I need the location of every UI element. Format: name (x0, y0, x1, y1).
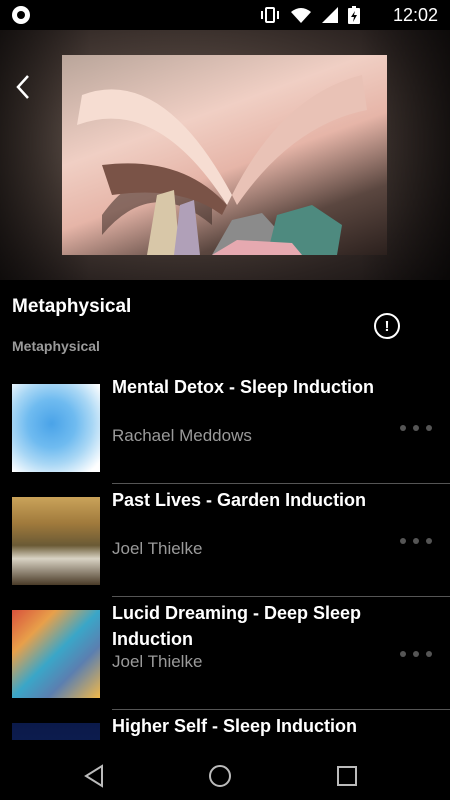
vibrate-icon (261, 7, 279, 23)
info-icon: ! (384, 317, 390, 335)
track-title: Past Lives - Garden Induction (112, 490, 367, 510)
album-category: Metaphysical (12, 338, 100, 354)
album-title: Metaphysical (12, 296, 132, 317)
track-thumbnail (12, 497, 100, 585)
battery-charging-icon (348, 6, 360, 24)
track-artist: Joel Thielke (112, 652, 203, 671)
status-icons (260, 6, 360, 24)
track-thumbnail (12, 384, 100, 472)
track-thumbnail (12, 610, 100, 698)
track-title: Lucid Dreaming - Deep Sleep Induction (112, 603, 362, 649)
book-crystals-illustration (77, 75, 367, 255)
square-recents-icon (337, 766, 357, 786)
track-row[interactable]: Mental Detox - Sleep Induction Rachael M… (0, 370, 450, 482)
circle-home-icon (209, 765, 231, 787)
more-options-button[interactable] (400, 422, 438, 434)
wifi-icon (291, 8, 311, 23)
track-row[interactable]: Lucid Dreaming - Deep Sleep Induction Jo… (0, 596, 450, 708)
album-art (62, 55, 387, 255)
nav-recents-button[interactable] (334, 763, 360, 789)
album-art-background (0, 30, 450, 280)
info-button[interactable]: ! (374, 313, 400, 339)
track-thumbnail (12, 723, 100, 740)
navigation-bar (0, 750, 450, 800)
more-options-button[interactable] (400, 535, 438, 547)
track-list[interactable]: Mental Detox - Sleep Induction Rachael M… (0, 370, 450, 740)
nav-home-button[interactable] (207, 763, 233, 789)
status-bar: 12:02 (0, 0, 450, 30)
chevron-left-icon (16, 75, 29, 99)
more-options-button[interactable] (400, 648, 438, 660)
track-artist: Joel Thielke (112, 539, 203, 558)
track-title: Mental Detox - Sleep Induction (112, 377, 375, 397)
status-time: 12:02 (392, 5, 438, 25)
signal-icon (322, 7, 338, 23)
triangle-back-icon (84, 764, 103, 788)
back-button[interactable] (10, 72, 40, 102)
nav-back-button[interactable] (82, 763, 108, 789)
track-row[interactable]: Past Lives - Garden Induction Joel Thiel… (0, 483, 450, 595)
track-row[interactable]: Higher Self - Sleep Induction (0, 709, 450, 740)
track-artist: Rachael Meddows (112, 426, 252, 445)
track-title: Higher Self - Sleep Induction (112, 716, 358, 736)
notification-icon (12, 6, 30, 24)
